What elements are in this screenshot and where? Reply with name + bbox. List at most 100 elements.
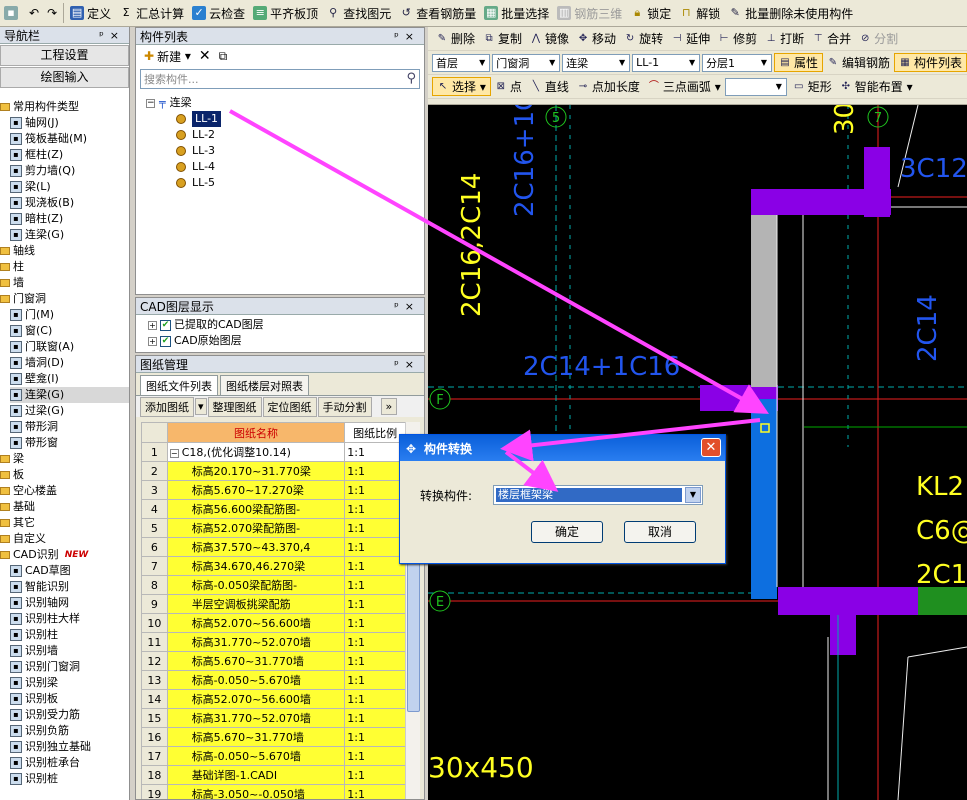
batch-delete-unused-button[interactable]: ✎ 批量删除未使用构件 [724,2,857,24]
nav-item-cad[interactable]: ▪ CAD草图 [10,563,129,579]
table-row[interactable]: 9 半层空调板挑梁配筋 1:1 [141,594,406,614]
table-row[interactable]: 16 标高5.670~31.770墙 1:1 [141,727,406,747]
pin-close-icons[interactable]: ᵖ× [394,300,420,313]
locate-drawing-button[interactable]: 定位图纸 [262,396,317,417]
drawing-name-cell[interactable]: 标高34.670,46.270梁 [166,556,346,576]
nav-item-common[interactable]: ▪ 框柱(Z) [10,147,129,163]
add-drawing-button[interactable]: 添加图纸 [140,396,194,417]
nav-item-common[interactable]: ▪ 筏板基础(M) [10,131,129,147]
unlock-button[interactable]: ⊓ 解锁 [675,2,724,24]
nav-item-common[interactable]: ▪ 轴网(J) [10,115,129,131]
nav-item-door-window[interactable]: ▪ 带形洞 [10,419,129,435]
view-rebar-button[interactable]: ↺ 查看钢筋量 [395,2,480,24]
drawing-name-cell[interactable]: 标高37.570~43.370,4 [166,537,346,557]
tab-drawing-floor-map[interactable]: 图纸楼层对照表 [220,375,309,395]
nav-item-cad[interactable]: ▪ 智能识别 [10,579,129,595]
trim-button[interactable]: ⊢ 修剪 [714,30,761,47]
nav-item-common[interactable]: ▪ 暗柱(Z) [10,211,129,227]
table-row[interactable]: 13 标高-0.050~5.670墙 1:1 [141,670,406,690]
drawing-name-cell[interactable]: 标高56.600梁配筋图- [166,499,346,519]
expand-icon[interactable]: + [148,320,157,330]
delete-button[interactable]: ✎ 删除 [432,30,479,47]
drawing-name-cell[interactable]: 标高5.670~17.270梁 [166,480,346,500]
nav-item-door-window[interactable]: ▪ 壁龛(I) [10,371,129,387]
drawing-input-button[interactable]: 绘图输入 [0,67,129,88]
cancel-button[interactable]: 取消 [624,521,696,543]
table-row[interactable]: 17 标高-0.050~5.670墙 1:1 [141,746,406,766]
nav-folder-common[interactable]: 常用构件类型 [0,99,129,115]
tree-root-lianliang[interactable]: − ╤ 连梁 [146,95,424,111]
component-list-toggle-button[interactable]: ▦ 构件列表 [893,53,967,72]
table-row[interactable]: 7 标高34.670,46.270梁 1:1 [141,556,406,576]
batch-select-button[interactable]: ▦ 批量选择 [480,2,553,24]
drawing-name-cell[interactable]: 标高-0.050~5.670墙 [166,746,346,766]
search-icon[interactable]: ⚲ [406,71,416,86]
drawing-name-cell[interactable]: 标高-0.050~5.670墙 [166,670,346,690]
three-point-arc-button[interactable]: ⌒ 三点画弧 ▾ [644,78,725,95]
category-select[interactable]: 门窗洞 ▼ [492,53,561,72]
component-search-input[interactable]: 搜索构件... ⚲ [140,69,420,89]
nav-folder[interactable]: 基础 [0,499,129,515]
drawing-name-cell[interactable]: 标高31.770~52.070墙 [166,708,346,728]
table-row[interactable]: 1− C18,(优化调整10.14) 1:1 [141,442,406,462]
drawing-name-cell[interactable]: 标高31.770~52.070墙 [166,632,346,652]
organize-drawing-button[interactable]: 整理图纸 [207,396,262,417]
project-settings-button[interactable]: 工程设置 [0,45,129,66]
rectangle-tool-button[interactable]: ▭ 矩形 [789,78,836,95]
chevron-down-icon[interactable]: ▼ [685,487,701,503]
component-select[interactable]: LL-1 ▼ [632,53,701,72]
drawing-name-cell[interactable]: − C18,(优化调整10.14) [166,442,346,462]
redo-icon[interactable]: ↷ [43,2,61,24]
nav-folder[interactable]: 自定义 [0,531,129,547]
pin-close-icons[interactable]: ᵖ× [394,358,420,371]
pin-close-icons[interactable]: ᵖ× [99,29,125,42]
break-button[interactable]: ⊥ 打断 [761,30,808,47]
table-row[interactable]: 11 标高31.770~52.070墙 1:1 [141,632,406,652]
nav-item-common[interactable]: ▪ 剪力墙(Q) [10,163,129,179]
drawing-name-cell[interactable]: 标高52.070梁配筋图- [166,518,346,538]
nav-item-common[interactable]: ▪ 现浇板(B) [10,195,129,211]
drawing-name-cell[interactable]: 标高52.070~56.600墙 [166,613,346,633]
nav-item-cad[interactable]: ▪ 识别柱大样 [10,611,129,627]
drawing-name-cell[interactable]: 标高5.670~31.770墙 [166,651,346,671]
collapse-icon[interactable]: − [146,98,155,108]
nav-item-door-window[interactable]: ▪ 门(M) [10,307,129,323]
table-row[interactable]: 2 标高20.170~31.770梁 1:1 [141,461,406,481]
lock-button[interactable]: 🔒︎ 锁定 [626,2,675,24]
tree-item[interactable]: LL-3 [176,143,424,159]
point-length-tool-button[interactable]: ⊸ 点加长度 [573,78,644,95]
drawing-name-cell[interactable]: 标高20.170~31.770梁 [166,461,346,481]
table-row[interactable]: 14 标高52.070~56.600墙 1:1 [141,689,406,709]
nav-item-common[interactable]: ▪ 连梁(G) [10,227,129,243]
drawing-name-cell[interactable]: 基础详图-1.CADI [166,765,346,785]
mirror-button[interactable]: ⋀ 镜像 [526,30,573,47]
nav-item-common[interactable]: ▪ 梁(L) [10,179,129,195]
nav-item-cad[interactable]: ▪ 识别轴网 [10,595,129,611]
save-icon[interactable]: ▪ [0,2,25,24]
tree-item[interactable]: LL-1 [176,111,424,127]
dialog-title-bar[interactable]: ✥ 构件转换 ✕ [400,435,725,461]
nav-folder[interactable]: 板 [0,467,129,483]
nav-folder[interactable]: 墙 [0,275,129,291]
nav-item-cad[interactable]: ▪ 识别负筋 [10,723,129,739]
nav-folder[interactable]: 其它 [0,515,129,531]
nav-item-cad[interactable]: ▪ 识别梁 [10,675,129,691]
copy-component-icon[interactable]: ⧉ [215,45,232,67]
rebar-3d-button[interactable]: ▥ 钢筋三维 [553,2,626,24]
ok-button[interactable]: 确定 [531,521,603,543]
col-drawing-name[interactable]: 图纸名称 [166,422,346,443]
delete-component-icon[interactable]: ✕ [195,45,215,67]
nav-folder-door-window[interactable]: 门窗洞 [0,291,129,307]
checkbox-checked-icon[interactable]: ✔ [160,335,171,347]
rotate-button[interactable]: ↻ 旋转 [620,30,667,47]
add-drawing-dropdown-icon[interactable]: ▾ [195,398,207,415]
nav-folder[interactable]: 轴线 [0,243,129,259]
define-button[interactable]: ▤ 定义 [66,2,115,24]
nav-item-door-window[interactable]: ▪ 过梁(G) [10,403,129,419]
drawing-name-cell[interactable]: 半层空调板挑梁配筋 [166,594,346,614]
type-select[interactable]: 连梁 ▼ [562,53,631,72]
cloud-check-button[interactable]: ✓ 云检查 [188,2,249,24]
cad-layer-original[interactable]: + ✔ CAD原始图层 [136,333,424,349]
col-drawing-scale[interactable]: 图纸比例 [344,422,406,443]
drawing-name-cell[interactable]: 标高52.070~56.600墙 [166,689,346,709]
